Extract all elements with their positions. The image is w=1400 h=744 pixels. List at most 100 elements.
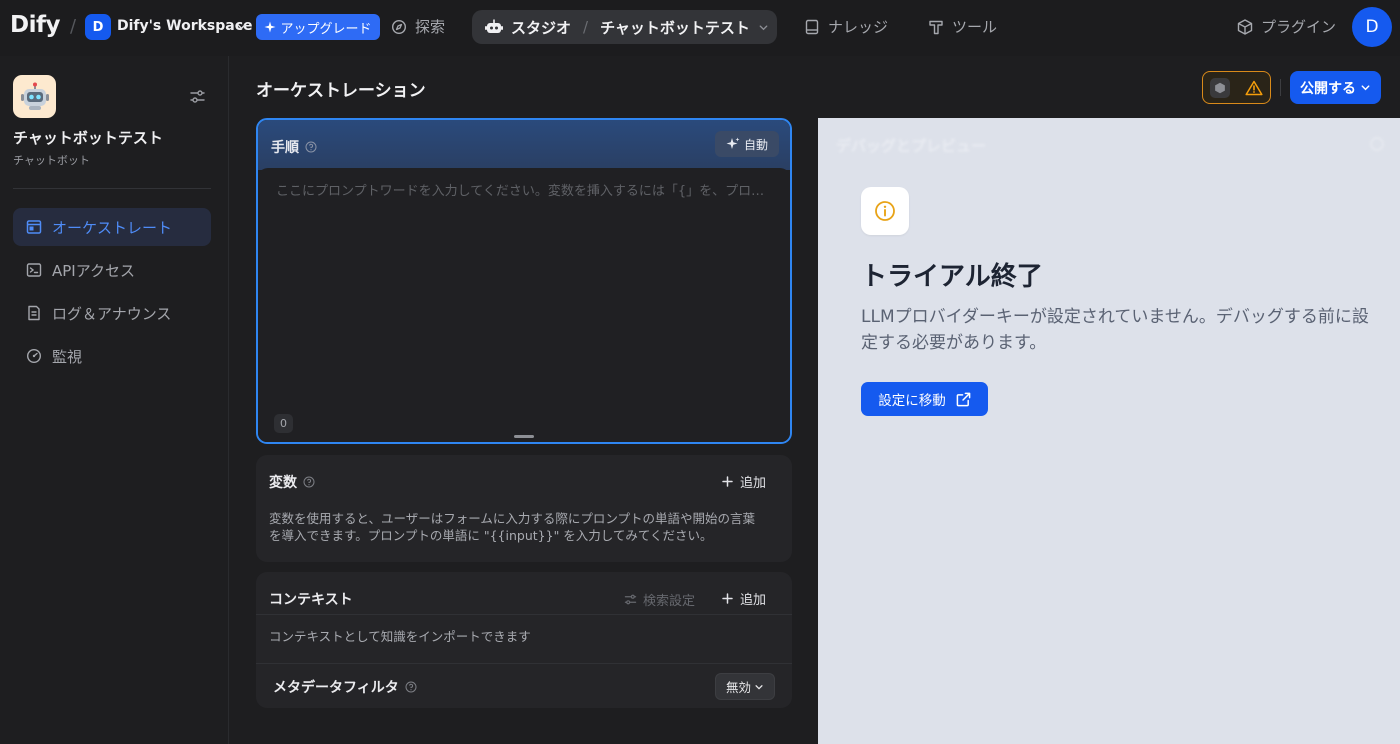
prompt-textarea[interactable]: ここにプロンプトワードを入力してください。変数を挿入するには「{」を、プロンプト… — [258, 168, 790, 442]
add-context-button[interactable]: 追加 — [722, 589, 766, 608]
context-description: コンテキストとして知識をインポートできます — [269, 629, 531, 644]
refresh-icon[interactable] — [1369, 136, 1385, 152]
nav-plugins[interactable]: プラグイン — [1237, 16, 1336, 37]
nav-knowledge-label: ナレッジ — [828, 18, 889, 36]
tools-icon — [928, 19, 944, 35]
sidebar: チャットボットテスト チャットボット オーケストレート APIアクセス ログ＆ア… — [0, 56, 229, 744]
sidebar-item-label: APIアクセス — [52, 261, 135, 280]
nav-explore-label: 探索 — [415, 18, 446, 36]
info-tile — [861, 187, 909, 235]
divider — [256, 614, 792, 615]
sidebar-item-label: ログ＆アナウンス — [52, 304, 172, 323]
help-icon[interactable] — [405, 681, 417, 693]
nav-tools[interactable]: ツール — [928, 16, 997, 37]
app-type: チャットボット — [13, 154, 90, 167]
divider — [256, 663, 792, 664]
prompt-editor-card: 手順 自動 ここにプロンプトワードを入力してください。変数を挿入するには「{」を… — [256, 118, 792, 444]
studio-breadcrumb[interactable]: スタジオ / チャットボットテスト — [472, 10, 777, 44]
variables-description: を導入できます。プロンプトの単語に "{{input}}" を入力してみてくださ… — [269, 528, 713, 543]
settings-icon — [624, 593, 637, 606]
publish-button[interactable]: 公開する — [1290, 71, 1381, 104]
robot-icon — [485, 19, 503, 35]
retrieval-label: 検索設定 — [643, 594, 696, 609]
debug-preview-panel: デバッグとプレビュー トライアル終了 LLMプロバイダーキーが設定されていません… — [818, 118, 1400, 744]
add-label: 追加 — [740, 593, 767, 608]
info-icon — [874, 200, 896, 222]
help-icon[interactable] — [303, 476, 315, 488]
chevron-down-icon — [754, 682, 764, 692]
sidebar-item-api-access[interactable]: APIアクセス — [13, 251, 211, 289]
breadcrumb-separator: / — [583, 18, 589, 36]
context-title: コンテキスト — [269, 592, 353, 608]
top-bar: Dify / D Dify's Workspace アップグレード 探索 スタジ… — [0, 0, 1400, 56]
nav-explore[interactable]: 探索 — [391, 16, 445, 37]
orchestrate-icon — [26, 219, 42, 235]
sidebar-item-label: オーケストレート — [52, 218, 173, 237]
log-icon — [26, 305, 42, 321]
auto-generate-button[interactable]: 自動 — [715, 131, 779, 157]
prompt-placeholder: ここにプロンプトワードを入力してください。変数を挿入するには「{」を、プロンプト… — [276, 184, 772, 199]
upgrade-button[interactable]: アップグレード — [256, 14, 380, 40]
variables-title: 変数 — [269, 472, 315, 492]
knowledge-icon — [804, 19, 820, 35]
goto-label: 設定に移動 — [878, 393, 946, 409]
warning-indicator[interactable] — [1202, 71, 1271, 104]
user-avatar[interactable]: D — [1352, 7, 1392, 47]
go-to-settings-button[interactable]: 設定に移動 — [861, 382, 988, 416]
metadata-filter-value: 無効 — [725, 680, 751, 695]
external-link-icon — [956, 392, 971, 407]
prompt-title: 手順 — [271, 137, 317, 157]
breadcrumb-separator: / — [70, 16, 77, 37]
publish-label: 公開する — [1300, 80, 1356, 97]
divider — [13, 188, 211, 189]
chevron-down-icon — [1360, 82, 1371, 93]
plus-icon — [722, 476, 733, 487]
metadata-filter-title: メタデータフィルタ — [273, 677, 417, 697]
app-name: チャットボットテスト — [13, 129, 163, 147]
preview-title: デバッグとプレビュー — [836, 137, 987, 155]
workspace-avatar[interactable]: D — [85, 14, 111, 40]
terminal-icon — [26, 262, 42, 278]
trial-ended-description: LLMプロバイダーキーが設定されていません。デバッグする前に設定する必要がありま… — [861, 307, 1369, 353]
chevron-down-icon[interactable] — [758, 22, 769, 33]
metadata-filter-select[interactable]: 無効 — [715, 673, 775, 700]
help-icon[interactable] — [305, 141, 317, 153]
add-variable-button[interactable]: 追加 — [722, 472, 766, 491]
workspace-name[interactable]: Dify's Workspace — [117, 18, 253, 34]
nav-knowledge[interactable]: ナレッジ — [804, 16, 888, 37]
explore-icon — [391, 19, 407, 35]
char-count: 0 — [274, 414, 293, 433]
sidebar-item-logs[interactable]: ログ＆アナウンス — [13, 294, 211, 332]
chevron-down-icon[interactable] — [236, 21, 247, 32]
resize-handle[interactable] — [514, 435, 534, 438]
studio-label[interactable]: スタジオ — [511, 17, 571, 38]
variables-description: 変数を使用すると、ユーザーはフォームに入力する際にプロンプトの単語や開始の言葉 — [269, 511, 756, 526]
sparkle-icon — [264, 21, 276, 33]
sidebar-item-label: 監視 — [52, 347, 83, 366]
nav-tools-label: ツール — [952, 18, 998, 36]
page-title: オーケストレーション — [256, 81, 426, 101]
plus-icon — [722, 593, 733, 604]
sidebar-item-monitoring[interactable]: 監視 — [13, 337, 211, 375]
trial-ended-title: トライアル終了 — [861, 262, 1043, 292]
auto-label: 自動 — [743, 137, 768, 152]
cube-icon — [1210, 77, 1230, 98]
metadata-filter-label: メタデータフィルタ — [273, 680, 399, 696]
prompt-header — [258, 120, 790, 170]
upgrade-label: アップグレード — [280, 21, 372, 37]
app-icon[interactable] — [13, 75, 56, 118]
dify-logo[interactable]: Dify — [10, 12, 60, 38]
divider — [1280, 79, 1281, 96]
variables-title-label: 変数 — [269, 475, 297, 491]
plugin-icon — [1237, 18, 1253, 35]
nav-plugins-label: プラグイン — [1261, 18, 1337, 36]
current-app-label[interactable]: チャットボットテスト — [600, 17, 750, 38]
context-card: コンテキスト 検索設定 追加 コンテキストとして知識をインポートできます メタデ… — [256, 572, 792, 708]
retrieval-settings-button[interactable]: 検索設定 — [624, 590, 695, 609]
variables-card: 変数 追加 変数を使用すると、ユーザーはフォームに入力する際にプロンプトの単語や… — [256, 455, 792, 562]
sidebar-item-orchestrate[interactable]: オーケストレート — [13, 208, 211, 246]
app-settings-icon[interactable] — [189, 88, 206, 105]
add-label: 追加 — [740, 476, 767, 491]
sparkle-icon — [726, 137, 740, 151]
monitor-icon — [26, 348, 42, 364]
